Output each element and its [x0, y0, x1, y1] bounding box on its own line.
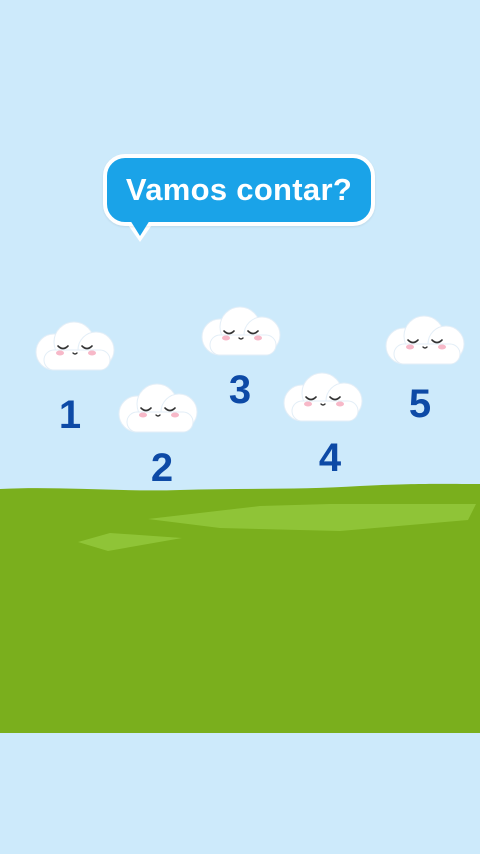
speech-bubble-tail	[130, 220, 150, 236]
smiling-cloud-icon	[385, 315, 465, 365]
smiling-cloud-icon	[118, 383, 198, 433]
cloud-3[interactable]	[196, 303, 288, 363]
number-2[interactable]: 2	[142, 448, 182, 488]
number-3[interactable]: 3	[220, 370, 260, 410]
smiling-cloud-icon	[35, 321, 115, 371]
smiling-cloud-icon	[283, 372, 363, 422]
cloud-2[interactable]	[113, 380, 205, 440]
cloud-5[interactable]	[380, 312, 472, 372]
number-4[interactable]: 4	[310, 438, 350, 478]
smiling-cloud-icon	[201, 306, 281, 356]
number-5[interactable]: 5	[400, 384, 440, 424]
number-1[interactable]: 1	[50, 395, 90, 435]
prompt-text: Vamos contar?	[125, 172, 353, 207]
cloud-1[interactable]	[30, 318, 122, 378]
speech-bubble: Vamos contar?	[103, 154, 375, 226]
cloud-4[interactable]	[278, 369, 370, 429]
